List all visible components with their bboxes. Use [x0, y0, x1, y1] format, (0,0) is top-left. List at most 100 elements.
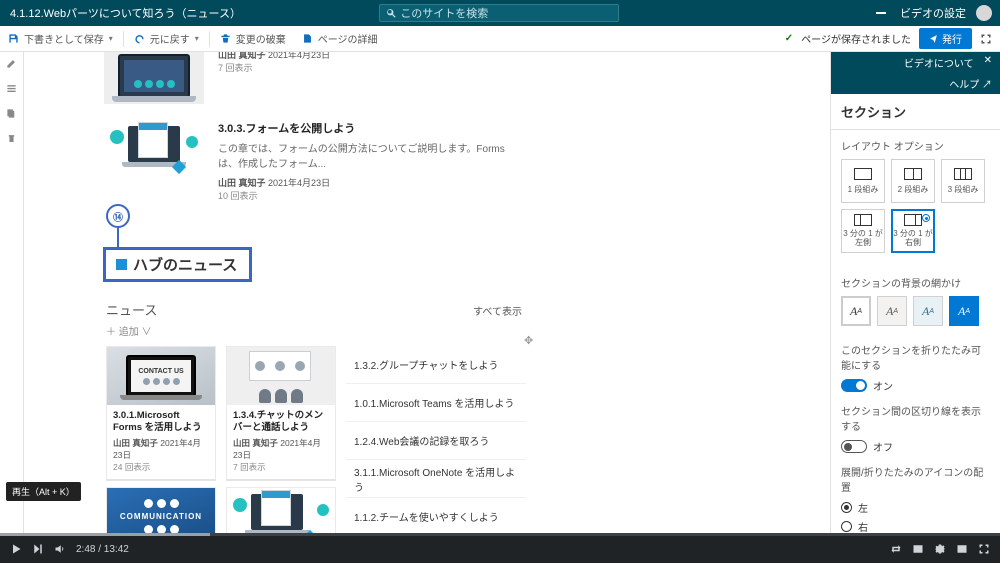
- link-label: 1.3.2.グループチャットをしよう: [354, 357, 498, 372]
- layout-label: 1 段組み: [848, 184, 879, 195]
- shade-soft[interactable]: AA: [913, 296, 943, 326]
- save-draft-label: 下書きとして保存: [24, 31, 104, 46]
- video-controls: 2:48 / 13:42: [0, 533, 1000, 563]
- shade-neutral[interactable]: AA: [877, 296, 907, 326]
- undo-label: 元に戻す: [150, 31, 190, 46]
- copy-icon[interactable]: [6, 108, 17, 119]
- news-seeall[interactable]: すべて表示: [473, 303, 522, 318]
- captions-icon[interactable]: [912, 543, 924, 555]
- views: 7 回表示: [218, 61, 330, 74]
- item-desc: この章では、フォームの公開方法についてご説明します。Formsは、作成したフォー…: [218, 140, 518, 170]
- icon-left-radio[interactable]: [841, 502, 852, 513]
- separator: [209, 31, 210, 47]
- toggle-label: オフ: [873, 439, 893, 454]
- card-image-text: COMMUNICATION: [120, 512, 202, 521]
- news-webpart: ニュース すべて表示 ＋ 追加 ∨ CONTACT US 3.0.1.Micro…: [106, 300, 526, 533]
- layout-1col[interactable]: 1 段組み: [841, 159, 885, 203]
- card-image-text: CONTACT US: [138, 368, 183, 375]
- news-link[interactable]: 1.2.4.Web会議の記録を取ろう: [346, 422, 526, 460]
- search-placeholder: このサイトを検索: [400, 5, 488, 21]
- layout-label: 3 分の 1 が右側: [893, 230, 933, 248]
- news-card[interactable]: 3.0.3.フォームを公開しよう 山田 真知子 2021年4月23日 10 回表…: [226, 487, 336, 533]
- news-card[interactable]: 1.3.4.チャットのメンバーと通話しよう 山田 真知子 2021年4月23日 …: [226, 346, 336, 481]
- author: 山田 真知子: [218, 52, 266, 60]
- panel-title: セクション: [831, 94, 1000, 130]
- hub-news-heading[interactable]: ハブのニュース: [103, 247, 252, 282]
- item-title: 3.0.3.フォームを公開しよう: [218, 120, 518, 136]
- chevron-down-icon: ▾: [109, 34, 113, 43]
- news-item-prev[interactable]: 山田 真知子 2021年4月23日 7 回表示: [104, 52, 830, 112]
- news-card[interactable]: CONTACT US 3.0.1.Microsoft Forms を活用しよう …: [106, 346, 216, 481]
- icon-right-radio[interactable]: [841, 521, 852, 532]
- expand-icon[interactable]: [980, 33, 992, 45]
- page-details-button[interactable]: ページの詳細: [294, 26, 386, 51]
- page-canvas: 山田 真知子 2021年4月23日 7 回表示 3.0.3.フォームを公開しよう…: [24, 52, 830, 533]
- loop-icon[interactable]: [890, 543, 902, 555]
- help-link[interactable]: ヘルプ: [949, 80, 979, 91]
- news-item-forms[interactable]: 3.0.3.フォームを公開しよう この章では、フォームの公開方法についてご説明し…: [104, 112, 830, 210]
- layout-label: 3 段組み: [948, 184, 979, 195]
- publish-button[interactable]: 発行: [919, 28, 972, 49]
- discard-button[interactable]: 変更の破棄: [212, 26, 294, 51]
- collapsible-toggle[interactable]: [841, 379, 867, 392]
- link-label: 1.0.1.Microsoft Teams を活用しよう: [354, 395, 514, 410]
- edit-icon[interactable]: [6, 58, 17, 69]
- square-icon: [116, 259, 127, 270]
- news-link[interactable]: 3.1.1.Microsoft OneNote を活用しよう: [346, 460, 526, 498]
- play-icon[interactable]: [10, 543, 22, 555]
- layout-third-left[interactable]: 3 分の 1 が左側: [841, 209, 885, 253]
- news-link[interactable]: 1.0.1.Microsoft Teams を活用しよう: [346, 384, 526, 422]
- section-icon[interactable]: [6, 83, 17, 94]
- radio-selected-icon: [922, 214, 930, 222]
- volume-icon[interactable]: [54, 543, 66, 555]
- publish-label: 発行: [942, 31, 962, 46]
- video-about-link[interactable]: ビデオについて: [904, 55, 974, 70]
- card-title: 1.3.4.チャットのメンバーと通話しよう: [233, 410, 329, 434]
- publish-icon: [929, 34, 938, 43]
- layout-3col[interactable]: 3 段組み: [941, 159, 985, 203]
- avatar[interactable]: [976, 5, 992, 21]
- radio-label: 左: [858, 500, 868, 515]
- minimize-icon[interactable]: [876, 12, 886, 14]
- site-search[interactable]: このサイトを検索: [379, 4, 619, 22]
- delete-icon[interactable]: [6, 133, 17, 144]
- discard-label: 変更の破棄: [236, 31, 286, 46]
- link-label: 1.2.4.Web会議の記録を取ろう: [354, 433, 489, 448]
- thumbnail: [104, 120, 204, 176]
- card-title: 3.0.1.Microsoft Forms を活用しよう: [113, 410, 209, 434]
- layout-third-right[interactable]: 3 分の 1 が右側: [891, 209, 935, 253]
- shade-strong[interactable]: AA: [949, 296, 979, 326]
- undo-button[interactable]: 元に戻す ▾: [126, 26, 207, 51]
- video-settings-link[interactable]: ビデオの設定: [900, 5, 966, 21]
- news-link[interactable]: 1.1.2.チームを使いやすくしよう: [346, 498, 526, 533]
- divider-toggle[interactable]: [841, 440, 867, 453]
- views: 7 回表示: [233, 461, 329, 473]
- next-icon[interactable]: [32, 543, 44, 555]
- layout-2col[interactable]: 2 段組み: [891, 159, 935, 203]
- news-add-button[interactable]: ＋ 追加 ∨: [106, 323, 526, 338]
- pip-icon[interactable]: [956, 543, 968, 555]
- date: 2021年4月23日: [268, 178, 330, 188]
- left-toolrail: [0, 52, 24, 533]
- save-draft-button[interactable]: 下書きとして保存 ▾: [0, 26, 121, 51]
- fullscreen-icon[interactable]: [978, 543, 990, 555]
- video-progress[interactable]: [0, 533, 1000, 536]
- trash-icon: [220, 33, 231, 44]
- divider-header: セクション間の区切り線を表示する: [841, 403, 990, 433]
- news-card[interactable]: COMMUNICATION 1.1.5.タブを活用しよう 山田 真知子 2021…: [106, 487, 216, 533]
- close-icon[interactable]: ✕: [984, 55, 992, 70]
- views: 24 回表示: [113, 461, 209, 473]
- undo-icon: [134, 33, 145, 44]
- layout-label: 3 分の 1 が左側: [842, 230, 884, 248]
- toggle-label: オン: [873, 378, 893, 393]
- link-label: 3.1.1.Microsoft OneNote を活用しよう: [354, 464, 518, 494]
- thumbnail: [104, 52, 204, 104]
- video-time: 2:48 / 13:42: [76, 544, 129, 555]
- settings-icon[interactable]: [934, 543, 946, 555]
- shade-none[interactable]: AA: [841, 296, 871, 326]
- views: 10 回表示: [218, 189, 518, 202]
- news-link[interactable]: 1.3.2.グループチャットをしよう: [346, 346, 526, 384]
- hub-news-label: ハブのニュース: [133, 254, 237, 275]
- page-title: 4.1.12.Webパーツについて知ろう（ニュース）: [0, 5, 251, 21]
- icon-position-header: 展開/折りたたみのアイコンの配置: [841, 464, 990, 494]
